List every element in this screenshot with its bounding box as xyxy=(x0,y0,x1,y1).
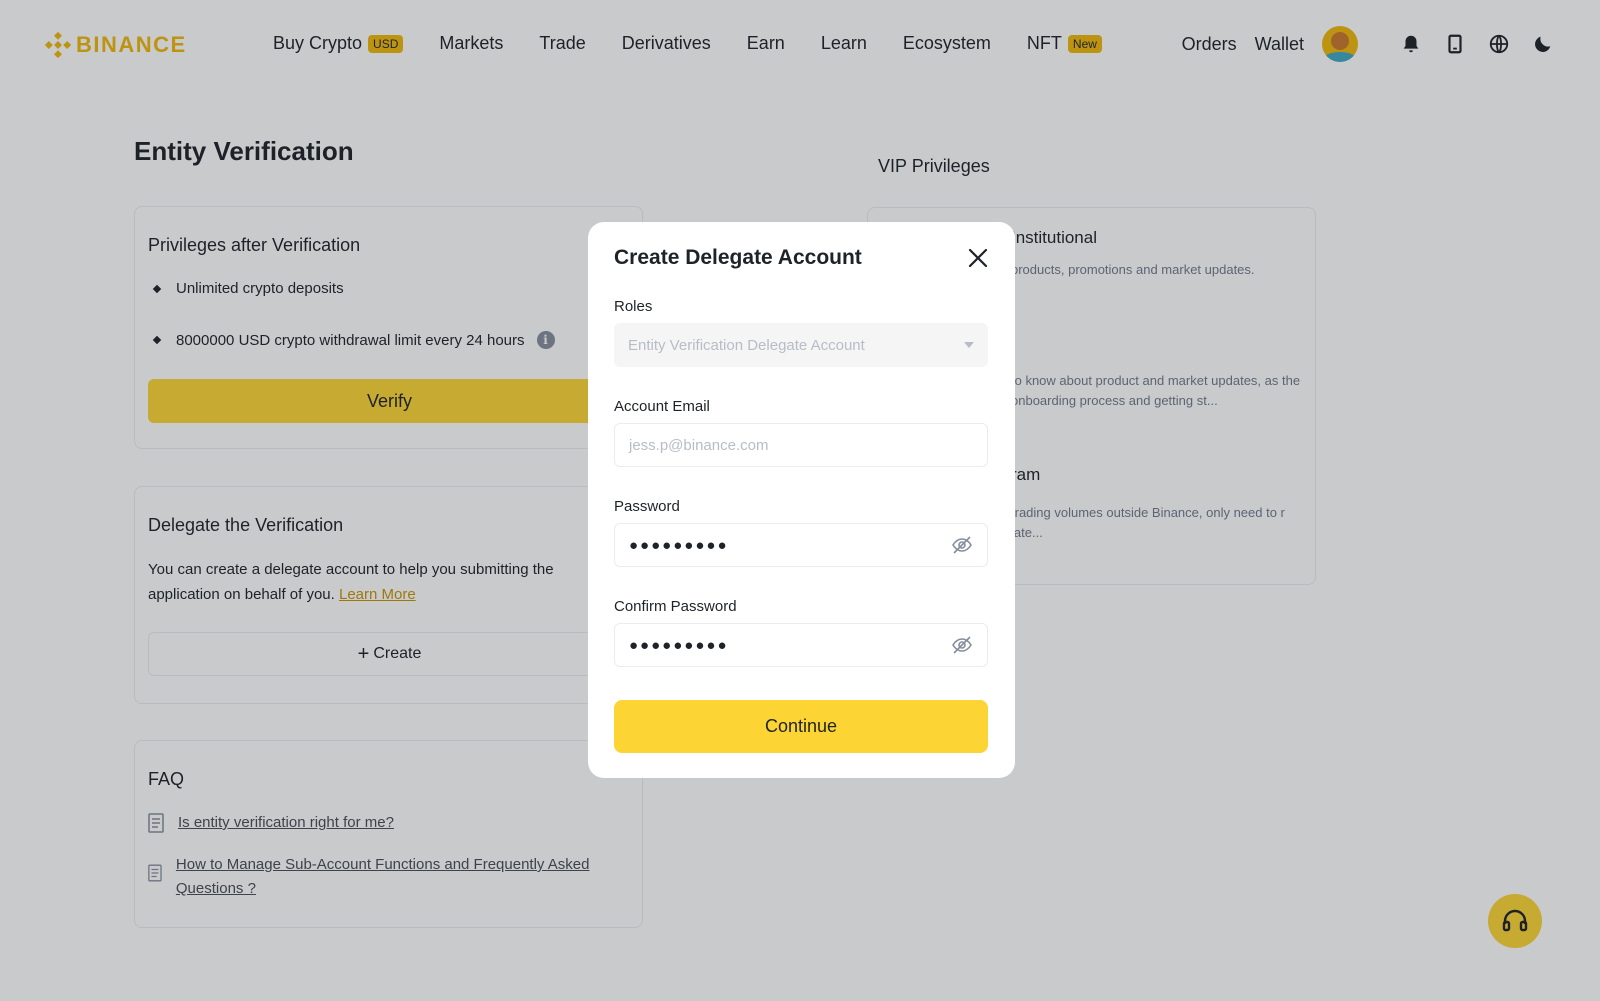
roles-select[interactable]: Entity Verification Delegate Account xyxy=(614,323,988,367)
roles-label: Roles xyxy=(614,298,653,315)
confirm-password-value: ●●●●●●●●● xyxy=(629,636,729,654)
password-label: Password xyxy=(614,498,680,515)
email-placeholder: jess.p@binance.com xyxy=(629,436,769,454)
modal-title: Create Delegate Account xyxy=(614,246,862,269)
chevron-down-icon xyxy=(964,342,974,348)
close-icon[interactable] xyxy=(967,247,989,269)
eye-off-icon[interactable] xyxy=(951,534,973,556)
password-input[interactable]: ●●●●●●●●● xyxy=(614,523,988,567)
password-value: ●●●●●●●●● xyxy=(629,536,729,554)
eye-off-icon[interactable] xyxy=(951,634,973,656)
confirm-password-input[interactable]: ●●●●●●●●● xyxy=(614,623,988,667)
account-email-input[interactable]: jess.p@binance.com xyxy=(614,423,988,467)
continue-button[interactable]: Continue xyxy=(614,700,988,753)
account-email-label: Account Email xyxy=(614,398,710,415)
roles-select-value: Entity Verification Delegate Account xyxy=(628,336,865,354)
confirm-password-label: Confirm Password xyxy=(614,598,737,615)
create-delegate-modal: Create Delegate Account Roles Entity Ver… xyxy=(588,222,1015,778)
